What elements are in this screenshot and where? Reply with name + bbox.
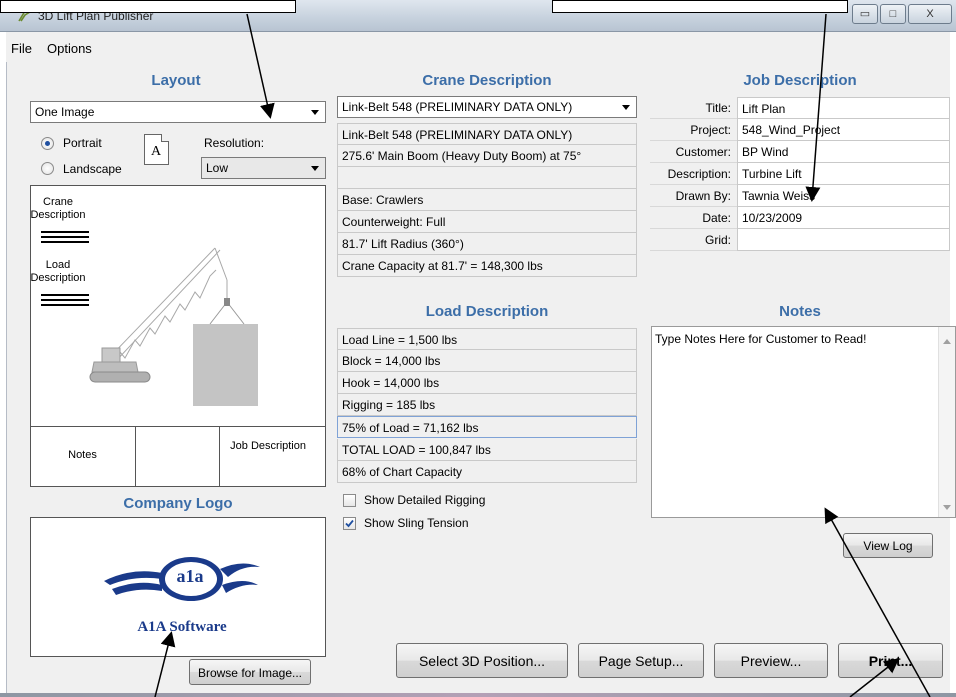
notes-scrollbar[interactable]: [938, 327, 955, 517]
landscape-radio[interactable]: [41, 162, 54, 175]
crane-line: 275.6' Main Boom (Heavy Duty Boom) at 75…: [337, 145, 637, 167]
page-setup-button[interactable]: Page Setup...: [578, 643, 704, 678]
callout-label-box: [552, 0, 848, 13]
logo-company-text: A1A Software: [137, 619, 227, 635]
callout-label-box: [0, 0, 296, 13]
load-line: Rigging = 185 lbs: [337, 394, 637, 416]
preview-job-label: Job Description: [230, 440, 306, 452]
preview-line: [41, 231, 89, 233]
layout-select[interactable]: One Image: [30, 101, 326, 123]
logo-mark-text: a1a: [176, 566, 204, 586]
load-description-heading: Load Description: [425, 303, 549, 320]
preview-button[interactable]: Preview...: [714, 643, 828, 678]
resolution-select[interactable]: Low: [201, 157, 326, 179]
menu-options[interactable]: Options: [47, 41, 92, 56]
job-label-grid: Grid:: [650, 229, 737, 251]
load-line: Block = 14,000 lbs: [337, 350, 637, 372]
print-button[interactable]: Print...: [838, 643, 943, 678]
crane-line: Base: Crawlers: [337, 189, 637, 211]
page-fold: [161, 134, 169, 142]
show-sling-tension-checkbox[interactable]: [343, 517, 356, 530]
page-icon-letter: A: [151, 144, 162, 159]
portrait-label: Portrait: [63, 136, 102, 150]
preview-crane-label: Crane Description: [30, 196, 86, 221]
job-project-field[interactable]: 548_Wind_Project: [737, 119, 950, 141]
crane-line: Counterweight: Full: [337, 211, 637, 233]
crane-line: Crane Capacity at 81.7' = 148,300 lbs: [337, 255, 637, 277]
crane-select[interactable]: Link-Belt 548 (PRELIMINARY DATA ONLY): [337, 96, 637, 118]
resolution-select-value: Low: [206, 161, 229, 175]
job-label-customer: Customer:: [650, 141, 737, 163]
notes-heading: Notes: [779, 303, 821, 320]
crane-preview-image: [89, 247, 258, 406]
scroll-down-icon[interactable]: [943, 505, 951, 510]
job-customer-field[interactable]: BP Wind: [737, 141, 950, 163]
preview-divider: [219, 426, 220, 487]
load-line: Hook = 14,000 lbs: [337, 372, 637, 394]
job-label-title: Title:: [650, 97, 737, 119]
load-line: 68% of Chart Capacity: [337, 461, 637, 483]
job-date-field[interactable]: 10/23/2009: [737, 207, 950, 229]
menu-file[interactable]: File: [11, 41, 32, 56]
close-button[interactable]: X: [908, 4, 952, 24]
job-label-date: Date:: [650, 207, 737, 229]
select-3d-position-button[interactable]: Select 3D Position...: [396, 643, 568, 678]
job-label-project: Project:: [650, 119, 737, 141]
show-detailed-rigging-label: Show Detailed Rigging: [364, 493, 486, 507]
crane-select-value: Link-Belt 548 (PRELIMINARY DATA ONLY): [342, 100, 573, 114]
job-description-field[interactable]: Turbine Lift: [737, 163, 950, 185]
layout-select-value: One Image: [35, 105, 95, 119]
browse-image-button[interactable]: Browse for Image...: [189, 659, 311, 685]
job-label-drawn-by: Drawn By:: [650, 185, 737, 207]
job-grid-field[interactable]: [737, 229, 950, 251]
portrait-radio[interactable]: [41, 137, 54, 150]
crane-line: 81.7' Lift Radius (360°): [337, 233, 637, 255]
chevron-down-icon: [622, 105, 630, 110]
minimize-button[interactable]: ▭: [852, 4, 878, 24]
notes-textarea[interactable]: Type Notes Here for Customer to Read!: [651, 326, 956, 518]
preview-notes-label: Notes: [68, 449, 97, 461]
menu-bar: [6, 32, 950, 62]
crane-line: Link-Belt 548 (PRELIMINARY DATA ONLY): [337, 123, 637, 145]
crane-line: [337, 167, 637, 189]
preview-line: [41, 236, 89, 238]
preview-divider: [135, 426, 136, 487]
job-title-field[interactable]: Lift Plan: [737, 97, 950, 119]
chevron-down-icon: [311, 166, 319, 171]
resolution-label: Resolution:: [204, 136, 265, 150]
chevron-down-icon: [311, 110, 319, 115]
company-logo-heading: Company Logo: [123, 495, 233, 512]
show-detailed-rigging-checkbox[interactable]: [343, 494, 356, 507]
load-line: 75% of Load = 71,162 lbs: [337, 416, 637, 438]
job-label-description: Description:: [650, 163, 737, 185]
view-log-button[interactable]: View Log: [843, 533, 933, 558]
layout-heading: Layout: [151, 72, 201, 89]
load-line: TOTAL LOAD = 100,847 lbs: [337, 439, 637, 461]
checkmark-icon: [345, 519, 354, 528]
job-description-heading: Job Description: [743, 72, 857, 89]
show-sling-tension-label: Show Sling Tension: [364, 516, 469, 530]
crane-description-heading: Crane Description: [422, 72, 552, 89]
landscape-label: Landscape: [63, 162, 122, 176]
job-drawn-by-field[interactable]: Tawnia Weiss: [737, 185, 950, 207]
load-line: Load Line = 1,500 lbs: [337, 328, 637, 350]
page-orientation-icon: A: [144, 134, 169, 165]
preview-load-label: Load Description: [30, 259, 86, 284]
maximize-button[interactable]: □: [880, 4, 906, 24]
window-bottom-edge: [0, 693, 956, 697]
scroll-up-icon[interactable]: [943, 339, 951, 344]
notes-text: Type Notes Here for Customer to Read!: [655, 332, 867, 346]
